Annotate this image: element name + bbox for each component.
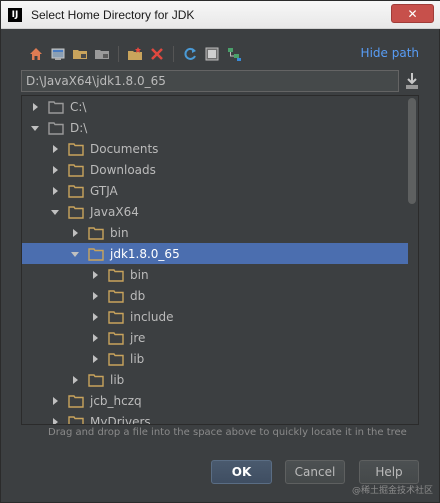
- tree-row[interactable]: jdk1.8.0_65: [22, 243, 408, 264]
- collapsed-arrow-icon[interactable]: [50, 417, 60, 424]
- tree-row[interactable]: Documents: [22, 138, 408, 159]
- cancel-button[interactable]: Cancel: [285, 460, 345, 484]
- path-input[interactable]: [21, 70, 399, 92]
- home-icon[interactable]: [27, 45, 45, 63]
- folder-icon: [108, 352, 124, 366]
- download-icon[interactable]: [405, 72, 419, 93]
- tree-row-label: D:\: [70, 120, 88, 135]
- tree-row[interactable]: jcb_hczq: [22, 390, 408, 411]
- collapsed-arrow-icon[interactable]: [50, 396, 60, 406]
- folder-icon: [68, 394, 84, 408]
- folder-icon: [68, 415, 84, 424]
- tree-row[interactable]: lib: [22, 348, 408, 369]
- tree-row-label: lib: [110, 372, 125, 387]
- scrollbar-thumb[interactable]: [408, 98, 416, 204]
- collapsed-arrow-icon[interactable]: [50, 165, 60, 175]
- toolbar: [27, 45, 243, 63]
- tree-scrollbar[interactable]: [408, 98, 416, 420]
- show-hidden-icon[interactable]: [203, 45, 221, 63]
- title-bar[interactable]: IJ Select Home Directory for JDK ✕: [1, 1, 440, 29]
- folder-icon: [88, 373, 104, 387]
- folder-icon: [48, 100, 64, 114]
- tree-row[interactable]: bin: [22, 264, 408, 285]
- intellij-logo-icon: IJ: [8, 7, 22, 22]
- folder-icon: [108, 331, 124, 345]
- collapsed-arrow-icon[interactable]: [50, 186, 60, 196]
- path-row: [21, 70, 419, 92]
- collapsed-arrow-icon[interactable]: [90, 333, 100, 343]
- folder-icon: [48, 121, 64, 135]
- drag-drop-hint: Drag and drop a file into the space abov…: [48, 427, 407, 438]
- hide-path-link[interactable]: Hide path: [361, 46, 419, 60]
- tree-row-label: C:\: [70, 99, 87, 114]
- tree-row[interactable]: MyDrivers: [22, 411, 408, 425]
- tree-row[interactable]: C:\: [22, 96, 408, 117]
- tree-row[interactable]: lib: [22, 369, 408, 390]
- tree-row-label: GTJA: [90, 183, 118, 198]
- tree-row-label: Downloads: [90, 162, 156, 177]
- tree-row-label: Documents: [90, 141, 159, 156]
- tree-row[interactable]: JavaX64: [22, 201, 408, 222]
- collapsed-arrow-icon[interactable]: [90, 291, 100, 301]
- tree-row-label: jcb_hczq: [90, 393, 142, 408]
- folder-icon: [108, 289, 124, 303]
- help-button[interactable]: Help: [359, 460, 419, 484]
- watermark: @稀土掘金技术社区: [351, 486, 433, 496]
- tree-row-label: db: [130, 288, 146, 303]
- folder-icon: [68, 184, 84, 198]
- collapsed-arrow-icon[interactable]: [70, 375, 80, 385]
- collapsed-arrow-icon[interactable]: [70, 228, 80, 238]
- folder-icon: [68, 142, 84, 156]
- tree-row-label: jre: [130, 330, 146, 345]
- dialog-title: Select Home Directory for JDK: [31, 7, 195, 22]
- tree-row[interactable]: D:\: [22, 117, 408, 138]
- desktop-icon[interactable]: [49, 45, 67, 63]
- tree-link-icon[interactable]: [225, 45, 243, 63]
- folder-icon: [108, 268, 124, 282]
- module-folder-icon[interactable]: [93, 45, 111, 63]
- toolbar-separator: [173, 46, 174, 62]
- collapsed-arrow-icon[interactable]: [90, 354, 100, 364]
- collapsed-arrow-icon[interactable]: [90, 270, 100, 280]
- tree-row[interactable]: bin: [22, 222, 408, 243]
- refresh-icon[interactable]: [181, 45, 199, 63]
- tree-row-label: MyDrivers: [90, 414, 151, 425]
- tree-row[interactable]: Downloads: [22, 159, 408, 180]
- expanded-arrow-icon[interactable]: [70, 249, 80, 259]
- tree-row[interactable]: include: [22, 306, 408, 327]
- collapsed-arrow-icon[interactable]: [90, 312, 100, 322]
- expanded-arrow-icon[interactable]: [30, 123, 40, 133]
- folder-icon: [68, 163, 84, 177]
- toolbar-separator: [118, 46, 119, 62]
- folder-icon: [68, 205, 84, 219]
- tree-row-label: bin: [130, 267, 149, 282]
- new-folder-icon[interactable]: [126, 45, 144, 63]
- folder-icon: [88, 226, 104, 240]
- select-jdk-dialog: IJ Select Home Directory for JDK ✕ Hide …: [0, 0, 440, 503]
- folder-icon: [108, 310, 124, 324]
- tree-row-label: include: [130, 309, 174, 324]
- tree-row-label: JavaX64: [90, 204, 139, 219]
- collapsed-arrow-icon[interactable]: [30, 102, 40, 112]
- directory-tree[interactable]: C:\ D:\ Documents Downloads GTJA JavaX64 bin jd…: [21, 95, 419, 425]
- ok-button[interactable]: OK: [211, 460, 272, 484]
- project-folder-icon[interactable]: [71, 45, 89, 63]
- tree-row-label: bin: [110, 225, 129, 240]
- expanded-arrow-icon[interactable]: [50, 207, 60, 217]
- close-button[interactable]: ✕: [391, 4, 434, 23]
- delete-icon[interactable]: [148, 45, 166, 63]
- tree-row[interactable]: GTJA: [22, 180, 408, 201]
- tree-row[interactable]: jre: [22, 327, 408, 348]
- tree-row[interactable]: db: [22, 285, 408, 306]
- folder-icon: [88, 247, 104, 261]
- tree-row-label: jdk1.8.0_65: [110, 246, 180, 261]
- collapsed-arrow-icon[interactable]: [50, 144, 60, 154]
- tree-row-label: lib: [130, 351, 145, 366]
